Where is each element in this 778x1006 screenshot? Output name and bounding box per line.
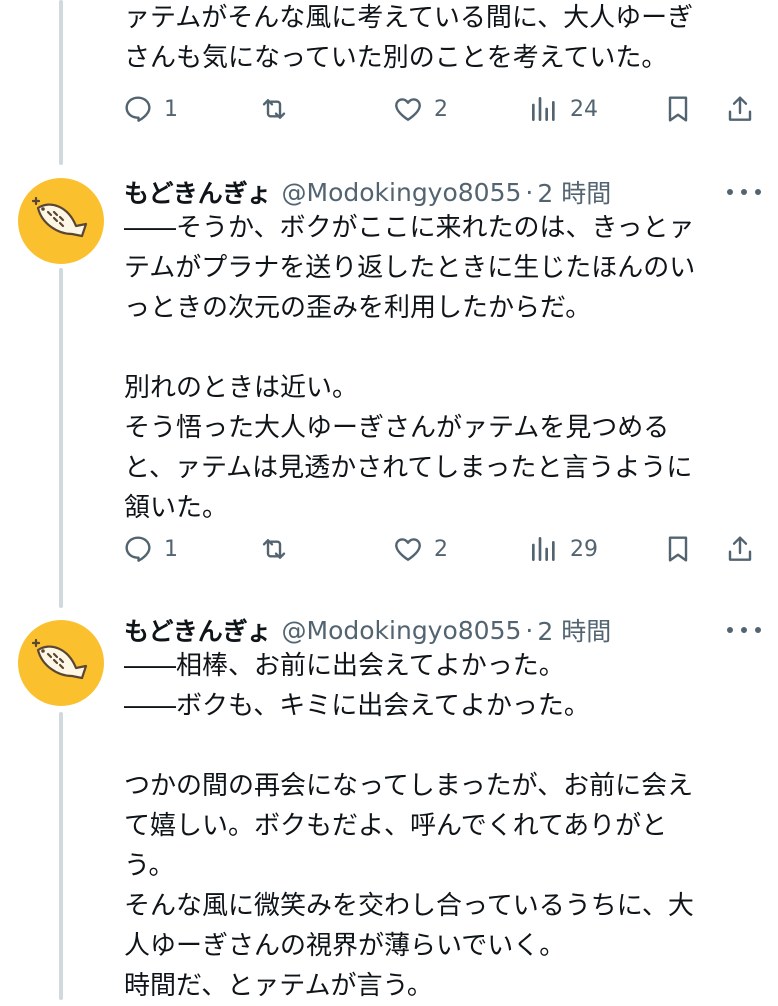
tweet-text: ――相棒、お前に出会えてよかった。 ――ボクも、キミに出会えてよかった。 つかの… [124,651,694,1001]
heart-icon [395,538,421,561]
share-button[interactable] [724,527,756,571]
timestamp[interactable]: 2 時間 [537,174,611,210]
tweet-header: もどきんぎょ @Modokingyo8055 · 2 時間 [124,610,611,650]
tweet-actions: 1 2 29 [0,527,778,571]
more-button[interactable] [727,622,761,638]
separator: · [525,615,534,645]
more-icon [727,189,733,195]
user-handle[interactable]: @Modokingyo8055 [282,616,522,645]
separator: · [525,177,534,207]
tweet[interactable]: もどきんぎょ @Modokingyo8055 · 2 時間 ――そうか、ボクがこ… [0,168,778,608]
bookmark-button[interactable] [662,527,694,571]
fish-avatar-icon [31,638,88,680]
like-button[interactable]: 2 [392,87,448,131]
tweet[interactable]: ァテムがそんな風に考えている間に、大人ゆーぎ さんも気になっていた別のことを考え… [0,0,778,150]
retweet-button[interactable] [256,527,292,571]
timestamp[interactable]: 2 時間 [537,612,611,648]
reply-icon [125,536,151,562]
retweet-icon [262,99,286,119]
views-icon [532,97,555,121]
reply-count: 1 [164,536,178,562]
fish-avatar-icon [31,196,88,238]
tweet-text: ァテムがそんな風に考えている間に、大人ゆーぎ さんも気になっていた別のことを考え… [124,3,694,73]
views-icon [532,537,555,561]
reply-count: 1 [164,96,178,122]
like-count: 2 [434,536,448,562]
bookmark-icon [668,536,688,562]
views-button[interactable]: 24 [528,87,598,131]
reply-icon [125,96,151,122]
heart-icon [395,98,421,121]
like-count: 2 [434,96,448,122]
tweet-text: ――そうか、ボクがここに来れたのは、きっとァ テムがプラナを送り返したときに生じ… [124,213,696,523]
tweet-header: もどきんぎょ @Modokingyo8055 · 2 時間 [124,172,611,212]
reply-button[interactable]: 1 [122,527,178,571]
retweet-icon [262,539,286,559]
views-button[interactable]: 29 [528,527,598,571]
user-handle[interactable]: @Modokingyo8055 [282,178,522,207]
like-button[interactable]: 2 [392,527,448,571]
share-icon [728,96,752,121]
share-icon [728,536,752,561]
views-count: 29 [570,536,598,562]
share-button[interactable] [724,87,756,131]
tweet-actions: 1 2 24 [0,87,778,131]
retweet-button[interactable] [256,87,292,131]
views-count: 24 [570,96,598,122]
tweet[interactable]: もどきんぎょ @Modokingyo8055 · 2 時間 ――相棒、お前に出会… [0,610,778,1001]
more-button[interactable] [727,184,761,200]
bookmark-icon [668,96,688,122]
avatar[interactable] [18,620,104,706]
more-icon [727,627,733,633]
avatar[interactable] [18,178,104,264]
display-name[interactable]: もどきんぎょ [124,174,272,210]
reply-button[interactable]: 1 [122,87,178,131]
bookmark-button[interactable] [662,87,694,131]
display-name[interactable]: もどきんぎょ [124,612,272,648]
